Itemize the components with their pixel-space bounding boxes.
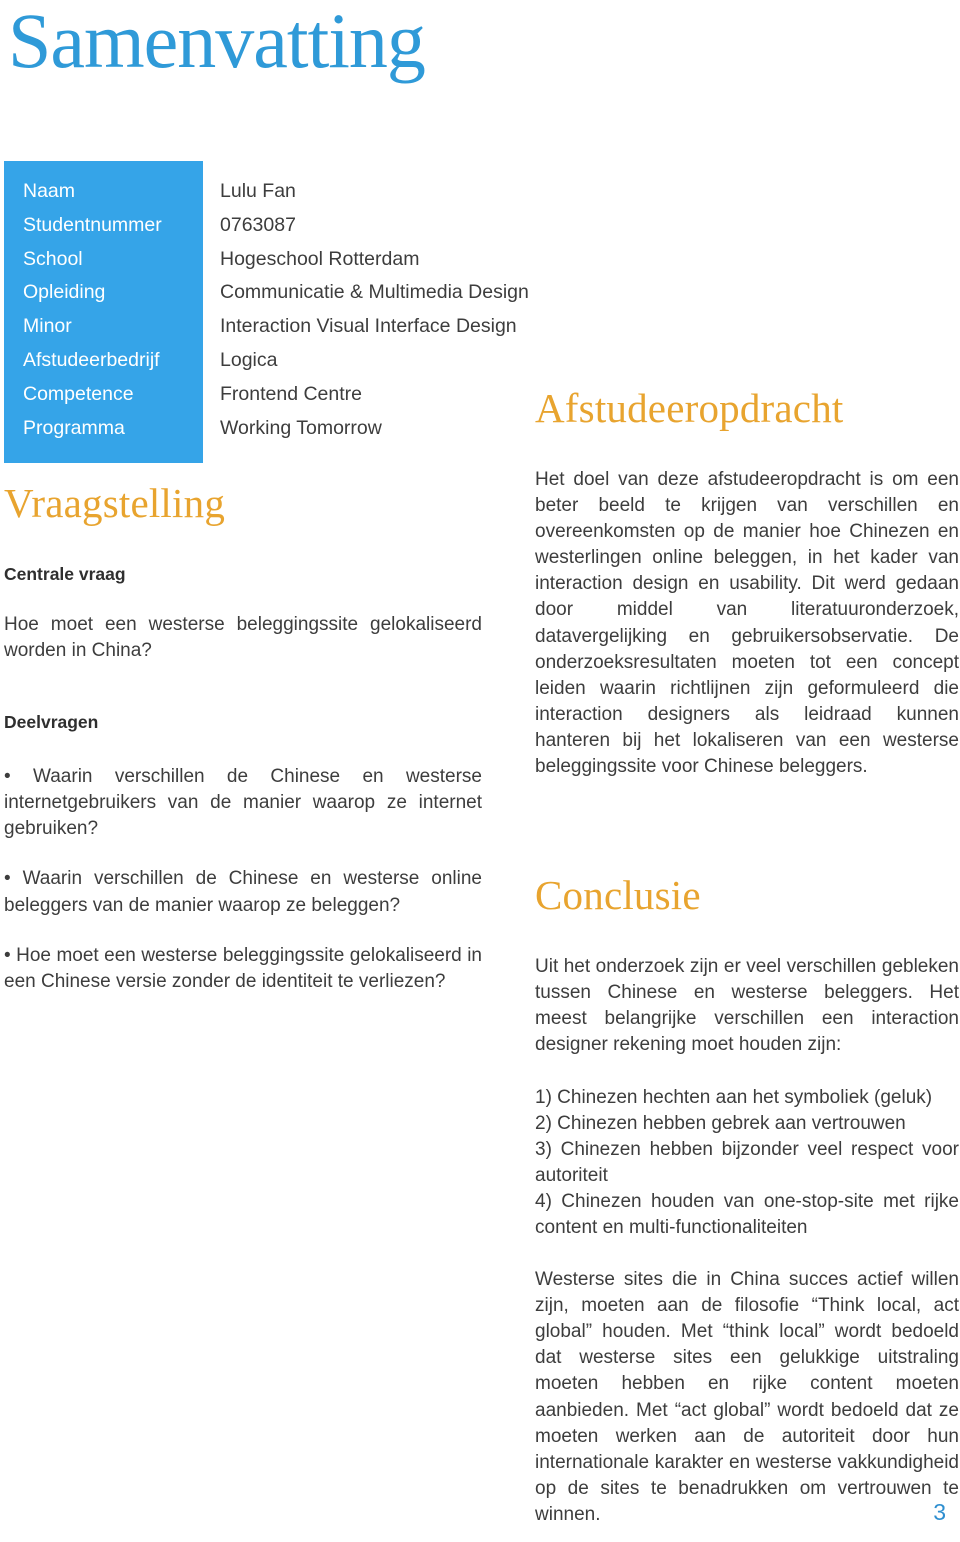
- centrale-vraag-label: Centrale vraag: [4, 564, 126, 584]
- meta-value-minor: Interaction Visual Interface Design: [220, 315, 517, 338]
- meta-label-programma: Programma: [23, 416, 125, 439]
- conclusie-point: 4) Chinezen houden van one-stop-site met…: [535, 1190, 959, 1238]
- vraagstelling-heading: Vraagstelling: [4, 480, 226, 526]
- deelvraag-item: • Hoe moet een westerse beleggingssite g…: [4, 944, 482, 992]
- conclusie-intro-paragraph: Uit het onderzoek zijn er veel verschill…: [535, 956, 959, 1056]
- meta-value-naam: Lulu Fan: [220, 180, 296, 202]
- conclusie-point: 2) Chinezen hebben gebrek aan vertrouwen: [535, 1112, 906, 1134]
- deelvraag-item: • Waarin verschillen de Chinese en weste…: [4, 868, 482, 916]
- right-column: Afstudeeropdracht Het doel van deze afst…: [535, 385, 959, 1528]
- meta-value-afstudeerbedrijf: Logica: [220, 348, 278, 371]
- meta-label-studentnummer: Studentnummer: [23, 213, 162, 236]
- meta-label-opleiding: Opleiding: [23, 281, 106, 304]
- left-column: Vraagstelling Centrale vraag Hoe moet ee…: [4, 480, 482, 995]
- meta-label-afstudeerbedrijf: Afstudeerbedrijf: [23, 348, 160, 371]
- conclusie-point: 1) Chinezen hechten aan het symboliek (g…: [535, 1086, 933, 1108]
- meta-value-school: Hogeschool Rotterdam: [220, 247, 420, 270]
- afstudeeropdracht-paragraph: Het doel van deze afstudeeropdracht is o…: [535, 469, 959, 778]
- page-number: 3: [933, 1499, 946, 1525]
- meta-label-naam: Naam: [23, 180, 76, 202]
- meta-label-school: School: [23, 247, 83, 270]
- afstudeeropdracht-heading: Afstudeeropdracht: [535, 385, 844, 431]
- meta-label-minor: Minor: [23, 315, 72, 338]
- conclusie-points-list: 1) Chinezen hechten aan het symboliek (g…: [535, 1085, 959, 1242]
- deelvraag-item: • Waarin verschillen de Chinese en weste…: [4, 766, 482, 840]
- deelvragen-label: Deelvragen: [4, 712, 99, 733]
- centrale-vraag-text: Hoe moet een westerse beleggingssite gel…: [4, 614, 482, 662]
- meta-value-studentnummer: 0763087: [220, 213, 296, 236]
- meta-value-opleiding: Communicatie & Multimedia Design: [220, 281, 529, 304]
- page-title: Samenvatting: [8, 0, 426, 84]
- conclusie-point: 3) Chinezen hebben bijzonder veel respec…: [535, 1138, 959, 1186]
- conclusie-heading: Conclusie: [535, 872, 701, 919]
- conclusie-closing-paragraph: Westerse sites die in China succes actie…: [535, 1269, 959, 1525]
- meta-label-competence: Competence: [23, 382, 134, 405]
- student-info-labels-panel: Naam Studentnummer School Opleiding Mino…: [4, 161, 203, 463]
